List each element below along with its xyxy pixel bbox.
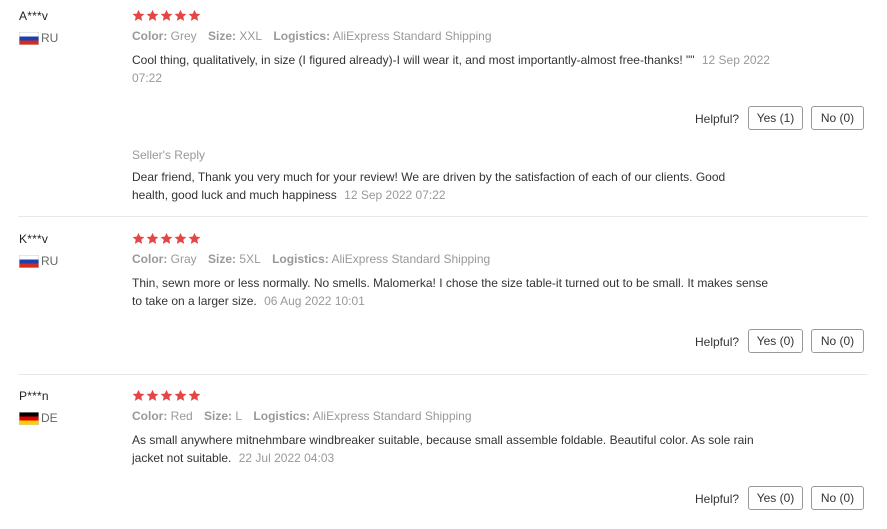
review-time: 22 Jul 2022 04:03 xyxy=(238,451,335,465)
user-name: A***v xyxy=(19,9,49,23)
russia-flag-icon xyxy=(19,254,39,268)
divider xyxy=(18,216,868,217)
country-code: RU xyxy=(41,254,59,268)
color-label: Color: xyxy=(132,29,168,43)
star-icon xyxy=(160,232,173,245)
star-icon xyxy=(188,9,201,22)
review-text: Thin, sewn more or less normally. No sme… xyxy=(132,276,769,308)
size-label: Size: xyxy=(204,409,233,423)
review-content: Thin, sewn more or less normally. No sme… xyxy=(132,274,772,310)
helpful-no-button[interactable]: No (0) xyxy=(811,106,864,130)
color-label: Color: xyxy=(132,252,168,266)
color-label: Color: xyxy=(132,409,168,423)
seller-reply-time: 12 Sep 2022 07:22 xyxy=(344,188,446,202)
color-value: Red xyxy=(170,409,193,423)
size-label: Size: xyxy=(208,29,237,43)
star-icon xyxy=(132,389,145,402)
germany-flag-icon xyxy=(19,411,39,425)
helpful-yes-button[interactable]: Yes (0) xyxy=(748,329,803,353)
logistics-label: Logistics: xyxy=(273,29,331,43)
star-icon xyxy=(146,389,159,402)
helpful-no-button[interactable]: No (0) xyxy=(811,329,864,353)
review-content: Cool thing, qualitatively, in size (I fi… xyxy=(132,51,772,87)
helpful-yes-button[interactable]: Yes (0) xyxy=(748,486,803,510)
product-attributes: Color: Gray Size: 5XL Logistics: AliExpr… xyxy=(132,252,498,266)
logistics-value: AliExpress Standard Shipping xyxy=(332,29,492,43)
review-time: 06 Aug 2022 10:01 xyxy=(264,294,365,308)
logistics-label: Logistics: xyxy=(253,409,311,423)
star-icon xyxy=(174,389,187,402)
user-name: P***n xyxy=(19,389,49,403)
product-attributes: Color: Grey Size: XXL Logistics: AliExpr… xyxy=(132,29,500,43)
size-value: 5XL xyxy=(239,252,261,266)
star-rating xyxy=(132,9,201,22)
review-text: As small anywhere mitnehmbare windbreake… xyxy=(132,433,754,465)
logistics-value: AliExpress Standard Shipping xyxy=(331,252,491,266)
helpful-yes-button[interactable]: Yes (1) xyxy=(748,106,803,130)
helpful-label: Helpful? xyxy=(695,492,740,506)
russia-flag-icon xyxy=(19,31,39,45)
star-icon xyxy=(160,9,173,22)
star-rating xyxy=(132,389,201,402)
helpful-no-button[interactable]: No (0) xyxy=(811,486,864,510)
review-content: As small anywhere mitnehmbare windbreake… xyxy=(132,431,772,467)
user-country: RU xyxy=(19,31,58,45)
user-name: K***v xyxy=(19,232,49,246)
user-country: DE xyxy=(19,411,58,425)
helpful-label: Helpful? xyxy=(695,335,740,349)
user-country: RU xyxy=(19,254,58,268)
star-icon xyxy=(146,9,159,22)
seller-reply-content: Dear friend, Thank you very much for you… xyxy=(132,168,752,204)
color-value: Grey xyxy=(170,29,197,43)
logistics-value: AliExpress Standard Shipping xyxy=(312,409,472,423)
size-label: Size: xyxy=(208,252,237,266)
star-icon xyxy=(174,232,187,245)
size-value: L xyxy=(235,409,243,423)
color-value: Gray xyxy=(170,252,197,266)
star-icon xyxy=(160,389,173,402)
star-icon xyxy=(174,9,187,22)
star-icon xyxy=(146,232,159,245)
size-value: XXL xyxy=(239,29,263,43)
star-icon xyxy=(132,9,145,22)
star-icon xyxy=(132,232,145,245)
helpful-label: Helpful? xyxy=(695,112,740,126)
product-attributes: Color: Red Size: L Logistics: AliExpress… xyxy=(132,409,480,423)
star-rating xyxy=(132,232,201,245)
star-icon xyxy=(188,232,201,245)
star-icon xyxy=(188,389,201,402)
country-code: DE xyxy=(41,411,58,425)
review-text: Cool thing, qualitatively, in size (I fi… xyxy=(132,53,695,67)
logistics-label: Logistics: xyxy=(272,252,329,266)
country-code: RU xyxy=(41,31,59,45)
seller-reply-title: Seller's Reply xyxy=(132,148,205,162)
divider xyxy=(18,374,868,375)
